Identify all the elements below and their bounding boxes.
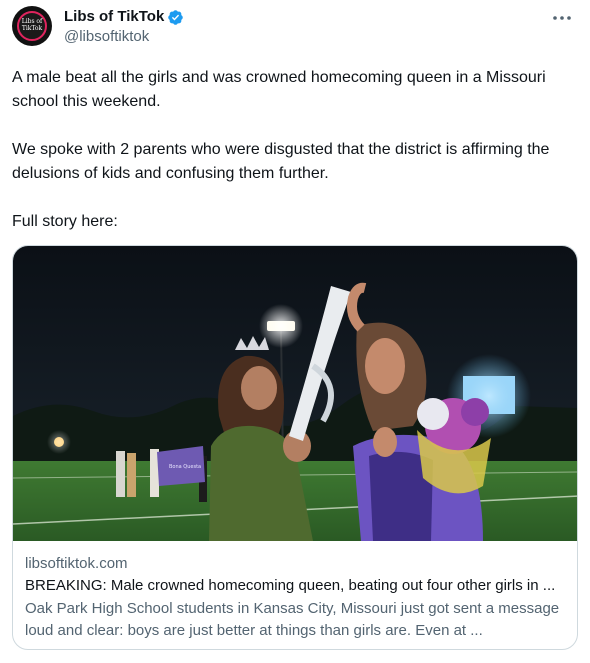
verified-badge-icon: [168, 9, 184, 25]
tweet-text: A male beat all the girls and was crowne…: [12, 66, 582, 258]
author-display-name-row[interactable]: Libs of TikTok: [64, 7, 184, 27]
card-description: Oak Park High School students in Kansas …: [25, 600, 560, 639]
tweet-header: Libs of TikTok Libs of TikTok @libsoftik…: [12, 6, 578, 50]
author-handle[interactable]: @libsoftiktok: [64, 27, 184, 47]
tweet-paragraph: Full story here:: [12, 213, 118, 230]
card-image[interactable]: Bona Questa: [13, 246, 578, 541]
card-title[interactable]: BREAKING: Male crowned homecoming queen,…: [25, 576, 565, 596]
avatar[interactable]: Libs of TikTok: [12, 6, 52, 46]
card-meta: libsoftiktok.com BREAKING: Male crowned …: [25, 554, 565, 642]
avatar-logo-text: Libs of TikTok: [21, 18, 43, 32]
author-names: Libs of TikTok @libsoftiktok: [64, 7, 184, 47]
banner-text: Bona Questa: [169, 464, 201, 470]
more-options-icon[interactable]: [550, 8, 574, 28]
author-display-name[interactable]: Libs of TikTok: [64, 7, 164, 27]
link-preview-card[interactable]: Bona Questa libsoftiktok.com BREAKING: M…: [12, 245, 578, 650]
card-domain[interactable]: libsoftiktok.com: [25, 554, 565, 574]
tweet-paragraph: We spoke with 2 parents who were disgust…: [12, 141, 550, 182]
tweet-paragraph: A male beat all the girls and was crowne…: [12, 69, 546, 110]
